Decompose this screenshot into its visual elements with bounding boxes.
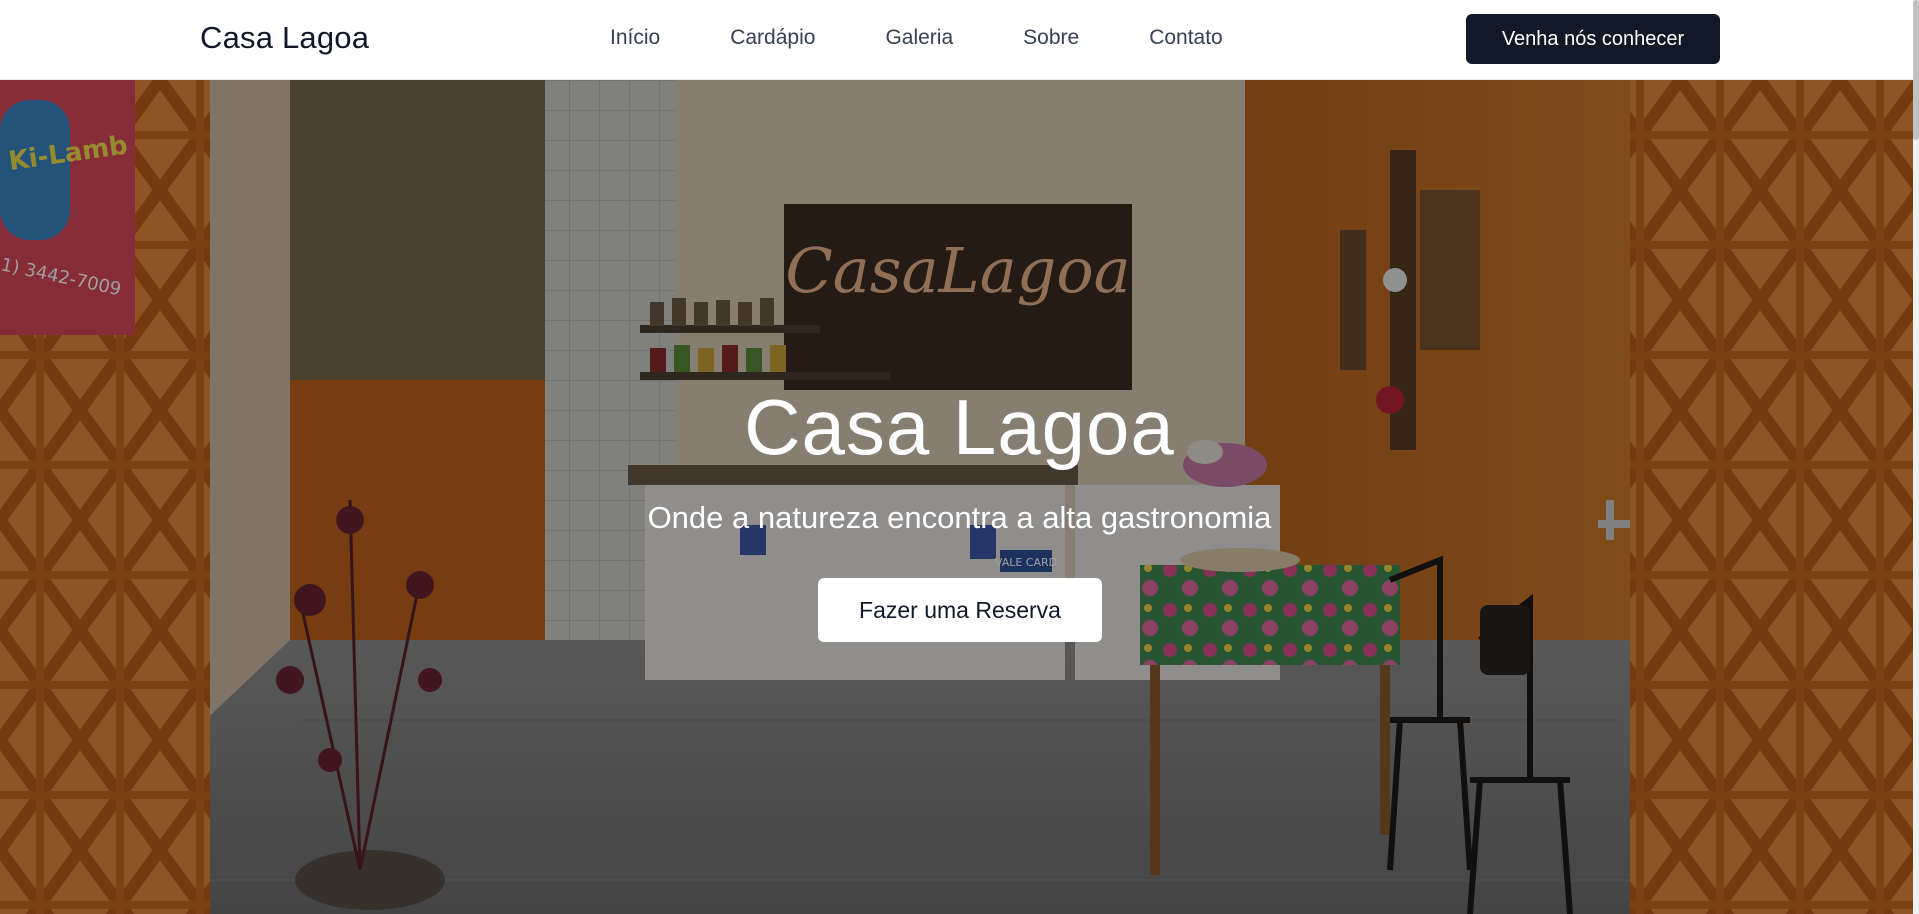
- main-nav: Início Cardápio Galeria Sobre Contato: [610, 26, 1223, 50]
- nav-contato[interactable]: Contato: [1149, 26, 1223, 50]
- site-header: Casa Lagoa Início Cardápio Galeria Sobre…: [0, 0, 1919, 80]
- hero-dark-overlay: [0, 80, 1919, 914]
- hero-subtitle: Onde a natureza encontra a alta gastrono…: [647, 500, 1272, 535]
- visit-us-button[interactable]: Venha nós conhecer: [1466, 14, 1720, 64]
- brand-logo[interactable]: Casa Lagoa: [200, 20, 369, 56]
- hero-title: Casa Lagoa: [744, 383, 1175, 471]
- reservation-button[interactable]: Fazer uma Reserva: [818, 578, 1102, 642]
- hero-section: CasaLagoa VALE CARD Ki-Lamb 1) 3442-7009…: [0, 80, 1919, 914]
- nav-inicio[interactable]: Início: [610, 26, 660, 50]
- page-scrollbar[interactable]: [1913, 0, 1919, 914]
- nav-cardapio[interactable]: Cardápio: [730, 26, 815, 50]
- scrollbar-thumb[interactable]: [1913, 0, 1919, 140]
- nav-sobre[interactable]: Sobre: [1023, 26, 1079, 50]
- nav-galeria[interactable]: Galeria: [885, 26, 953, 50]
